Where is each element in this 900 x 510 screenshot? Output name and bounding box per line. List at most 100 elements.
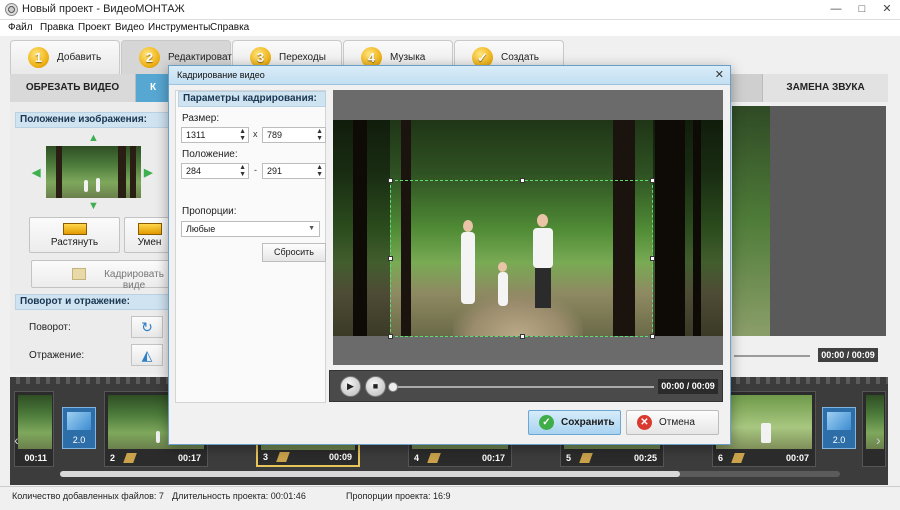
left-panel: Положение изображения: ▲ ◀ ▶ ▼ Растянуть… <box>10 102 174 374</box>
crop-video-dialog: Кадрирование видео ✕ Параметры кадрирова… <box>168 65 731 445</box>
menu-help[interactable]: Справка <box>210 22 249 33</box>
crop-handle[interactable] <box>388 334 393 339</box>
step-number-badge: 2 <box>139 47 160 68</box>
ratio-label: Пропорции: <box>182 206 237 217</box>
position-x-spinner[interactable]: 284 ▲ ▼ <box>181 163 249 179</box>
transition-tile[interactable]: 2.0 <box>62 407 96 449</box>
playback-knob[interactable] <box>388 382 398 392</box>
crop-handle[interactable] <box>388 178 393 183</box>
crop-video-button[interactable]: Кадрировать виде <box>31 260 174 291</box>
menu-file[interactable]: Файл <box>8 22 33 33</box>
clip-duration: 00:25 <box>633 453 657 463</box>
clip-duration: 00:11 <box>24 453 47 463</box>
timeline-scroll-thumb[interactable] <box>60 471 680 477</box>
save-button[interactable]: ✓ Сохранить <box>528 410 621 435</box>
crop-handle[interactable] <box>650 178 655 183</box>
spinner-arrows-icon[interactable]: ▲ ▼ <box>316 164 323 178</box>
width-spinner[interactable]: 1311 ▲ ▼ <box>181 127 249 143</box>
playback-progress-track[interactable] <box>392 386 654 388</box>
clip-number: 5 <box>566 453 572 463</box>
dialog-title: Кадрирование видео <box>177 70 265 80</box>
pencil-icon[interactable] <box>123 453 137 463</box>
transition-tile[interactable]: 2.0 <box>822 407 856 449</box>
crop-handle[interactable] <box>650 256 655 261</box>
clip-number: 4 <box>414 453 420 463</box>
position-y-spinner[interactable]: 291 ▲ ▼ <box>262 163 326 179</box>
playback-time: 00:00 / 00:09 <box>658 379 718 394</box>
spinner-arrows-icon[interactable]: ▲ ▼ <box>239 164 246 178</box>
arrow-right-icon[interactable]: ▶ <box>144 166 152 179</box>
dialog-close-icon[interactable]: ✕ <box>715 68 724 81</box>
mirror-icon[interactable]: ◭ <box>131 344 163 366</box>
status-duration: Длительность проекта: 00:01:46 <box>172 491 306 501</box>
position-x-value: 284 <box>186 166 202 176</box>
close-window-button[interactable]: ✕ <box>877 2 897 17</box>
crop-handle[interactable] <box>520 178 525 183</box>
rotate-label: Поворот: <box>29 322 71 333</box>
title-bar: Новый проект - ВидеоМОНТАЖ — □ ✕ <box>0 0 900 20</box>
timeline-clip[interactable]: 00:11 <box>14 391 54 467</box>
crop-rectangle[interactable] <box>388 178 655 339</box>
transition-duration: 2.0 <box>832 435 846 445</box>
size-label: Размер: <box>182 113 220 124</box>
minimize-button[interactable]: — <box>826 2 846 17</box>
transition-icon <box>827 412 851 430</box>
crop-dim-left <box>333 120 390 336</box>
tab-label: Создать <box>501 52 540 63</box>
maximize-button[interactable]: □ <box>852 2 872 17</box>
preview-time: 00:00 / 00:09 <box>818 348 878 362</box>
spinner-arrows-icon[interactable]: ▲ ▼ <box>239 128 246 142</box>
status-bar: Количество добавленных файлов: 7 Длитель… <box>0 486 900 510</box>
preview-frame <box>732 106 770 336</box>
menu-tools[interactable]: Инструменты <box>148 22 210 33</box>
subtab-crop[interactable]: К <box>136 74 170 102</box>
dialog-title-bar: Кадрирование видео ✕ <box>169 66 730 85</box>
arrow-down-icon[interactable]: ▼ <box>88 200 99 212</box>
crop-handle[interactable] <box>520 334 525 339</box>
stretch-button[interactable]: Растянуть <box>29 217 120 253</box>
app-icon <box>5 3 18 16</box>
rotate-icon[interactable]: ↻ <box>131 316 163 338</box>
reset-button[interactable]: Сбросить <box>262 243 326 262</box>
menu-project[interactable]: Проект <box>78 22 111 33</box>
play-icon[interactable]: ▶ <box>340 376 361 397</box>
pencil-icon[interactable] <box>731 453 745 463</box>
spinner-arrows-icon[interactable]: ▲ ▼ <box>316 128 323 142</box>
crop-handle[interactable] <box>650 334 655 339</box>
tab-label: Добавить <box>57 52 102 63</box>
timeline-scroll-left-icon[interactable]: ‹ <box>14 432 19 448</box>
tab-label: Музыка <box>390 52 426 63</box>
mirror-label: Отражение: <box>29 350 85 361</box>
stop-icon[interactable]: ■ <box>365 376 386 397</box>
clip-duration: 00:17 <box>481 453 505 463</box>
arrow-up-icon[interactable]: ▲ <box>88 132 99 144</box>
timeline-scroll-right-icon[interactable]: › <box>876 432 881 448</box>
position-separator: - <box>254 165 257 175</box>
pencil-icon[interactable] <box>276 452 290 462</box>
save-label: Сохранить <box>561 417 615 428</box>
clip-number: 6 <box>718 453 724 463</box>
crop-video-stage <box>333 90 723 365</box>
arrow-left-icon[interactable]: ◀ <box>32 166 40 179</box>
pencil-icon[interactable] <box>579 453 593 463</box>
timeline-clip[interactable] <box>862 391 886 467</box>
preview-progress-track[interactable] <box>734 355 810 357</box>
width-value: 1311 <box>186 130 206 140</box>
pencil-icon[interactable] <box>427 453 441 463</box>
cancel-button[interactable]: ✕ Отмена <box>626 410 719 435</box>
subtab-cut-video[interactable]: ОБРЕЗАТЬ ВИДЕО <box>10 74 136 102</box>
rotation-heading: Поворот и отражение: <box>15 294 169 310</box>
crop-handle[interactable] <box>388 256 393 261</box>
subtab-replace-sound[interactable]: ЗАМЕНА ЗВУКА <box>762 74 888 102</box>
chevron-down-icon: ▼ <box>308 225 315 232</box>
transition-icon <box>67 412 91 430</box>
shrink-button[interactable]: Умен <box>124 217 174 253</box>
clip-duration: 00:17 <box>177 453 201 463</box>
crop-icon <box>72 268 86 280</box>
menu-video[interactable]: Видео <box>115 22 144 33</box>
player-controls: ▶ ■ 00:00 / 00:09 <box>329 370 723 402</box>
menu-edit[interactable]: Правка <box>40 22 74 33</box>
tab-add[interactable]: 1 Добавить <box>10 40 120 74</box>
ratio-dropdown[interactable]: Любые ▼ <box>181 221 320 237</box>
height-spinner[interactable]: 789 ▲ ▼ <box>262 127 326 143</box>
